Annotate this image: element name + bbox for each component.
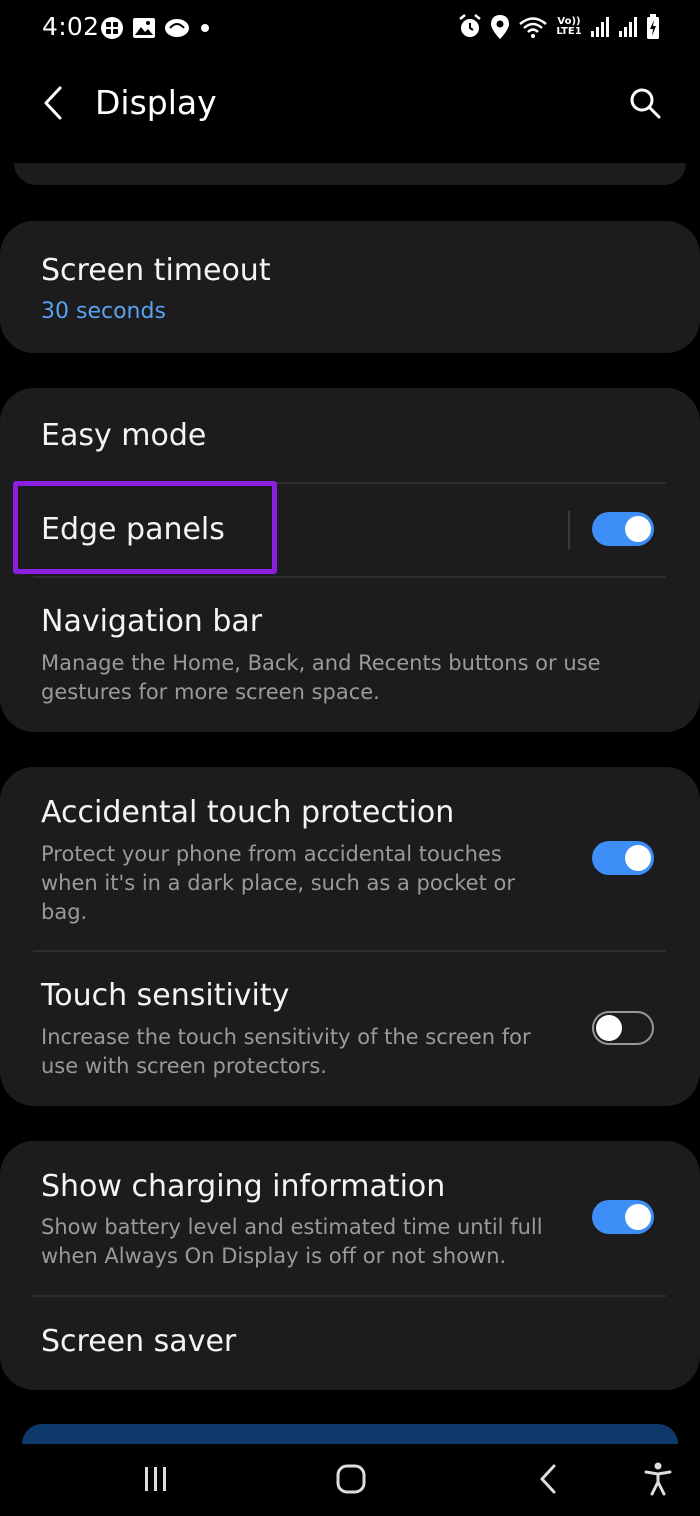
- charging-info-description-1: Show battery level and estimated time un…: [41, 1215, 543, 1239]
- navigation-bar-item[interactable]: Navigation bar Manage the Home, Back, an…: [0, 578, 700, 732]
- alarm-icon: [458, 14, 482, 40]
- status-bar: 4:02 Vo)) LTE1: [0, 0, 700, 56]
- wifi-icon: [518, 15, 548, 39]
- screen-timeout-item[interactable]: Screen timeout 30 seconds: [0, 221, 700, 353]
- next-card-edge: [22, 1424, 678, 1444]
- home-icon: [335, 1463, 367, 1499]
- app-header: Display: [0, 70, 700, 140]
- navigation-bar-description-2: gestures for more screen space.: [41, 680, 380, 704]
- screen-timeout-card: Screen timeout 30 seconds: [0, 221, 700, 353]
- charging-info-item[interactable]: Show charging information Show battery l…: [0, 1141, 700, 1295]
- toggle-knob: [625, 516, 651, 542]
- touch-settings-card: Accidental touch protection Protect your…: [0, 767, 700, 1106]
- accessibility-button[interactable]: [628, 1456, 688, 1506]
- toggle-knob: [596, 1015, 622, 1041]
- accidental-touch-item[interactable]: Accidental touch protection Protect your…: [0, 767, 700, 949]
- screen-saver-item[interactable]: Screen saver: [0, 1297, 700, 1390]
- nav-back-button[interactable]: [518, 1456, 578, 1506]
- edge-panels-highlight: [13, 481, 277, 574]
- navigation-bar-title: Navigation bar: [41, 604, 263, 639]
- page-title: Display: [95, 83, 217, 122]
- recents-button[interactable]: [126, 1456, 186, 1506]
- accidental-touch-toggle[interactable]: [592, 841, 654, 875]
- touch-sensitivity-title: Touch sensitivity: [41, 978, 290, 1013]
- charging-info-title: Show charging information: [41, 1169, 446, 1204]
- accidental-touch-description-3: bag.: [41, 900, 88, 924]
- touch-sensitivity-toggle[interactable]: [592, 1011, 654, 1045]
- accidental-touch-description-1: Protect your phone from accidental touch…: [41, 842, 502, 866]
- charging-info-toggle[interactable]: [592, 1200, 654, 1234]
- touch-sensitivity-description-1: Increase the touch sensitivity of the sc…: [41, 1025, 531, 1049]
- easy-mode-item[interactable]: Easy mode: [0, 388, 700, 482]
- display-settings-screen: 4:02 Vo)) LTE1 Display Screen timeout 30…: [0, 0, 700, 1516]
- charging-settings-card: Show charging information Show battery l…: [0, 1141, 700, 1390]
- screen-timeout-title: Screen timeout: [41, 253, 271, 288]
- signal-icon: [590, 16, 610, 38]
- status-left-icons: [100, 14, 212, 42]
- touch-sensitivity-item[interactable]: Touch sensitivity Increase the touch sen…: [0, 952, 700, 1106]
- accidental-touch-description-2: when it's in a dark place, such as a poc…: [41, 871, 515, 895]
- system-nav-bar: [0, 1444, 700, 1516]
- touch-sensitivity-description-2: use with screen protectors.: [41, 1054, 327, 1078]
- shortcut-icon: [100, 16, 124, 40]
- back-icon: [537, 1463, 559, 1499]
- accidental-touch-title: Accidental touch protection: [41, 795, 455, 830]
- recents-icon: [141, 1465, 171, 1497]
- navigation-bar-description-1: Manage the Home, Back, and Recents butto…: [41, 651, 601, 675]
- vertical-separator: [568, 511, 570, 549]
- chevron-left-icon: [41, 85, 65, 125]
- status-right-icons: Vo)) LTE1: [458, 12, 660, 42]
- easy-mode-title: Easy mode: [41, 418, 207, 453]
- volte-icon: Vo)) LTE1: [556, 16, 582, 37]
- gallery-icon: [132, 17, 156, 39]
- status-time: 4:02: [42, 12, 100, 41]
- app-icon: [164, 17, 190, 39]
- edge-panels-toggle[interactable]: [592, 512, 654, 546]
- previous-card-edge: [14, 163, 686, 185]
- toggle-knob: [625, 1204, 651, 1230]
- back-button[interactable]: [30, 80, 76, 130]
- screen-timeout-value: 30 seconds: [41, 299, 166, 324]
- signal-icon: [618, 16, 638, 38]
- toggle-knob: [625, 845, 651, 871]
- accessibility-icon: [643, 1461, 673, 1501]
- search-icon: [628, 86, 662, 124]
- home-button[interactable]: [321, 1456, 381, 1506]
- search-button[interactable]: [620, 80, 670, 130]
- screen-saver-title: Screen saver: [41, 1324, 237, 1359]
- charging-info-description-2: when Always On Display is off or not sho…: [41, 1244, 507, 1268]
- battery-charging-icon: [646, 14, 660, 40]
- notification-dot-icon: [198, 21, 212, 35]
- location-icon: [490, 14, 510, 40]
